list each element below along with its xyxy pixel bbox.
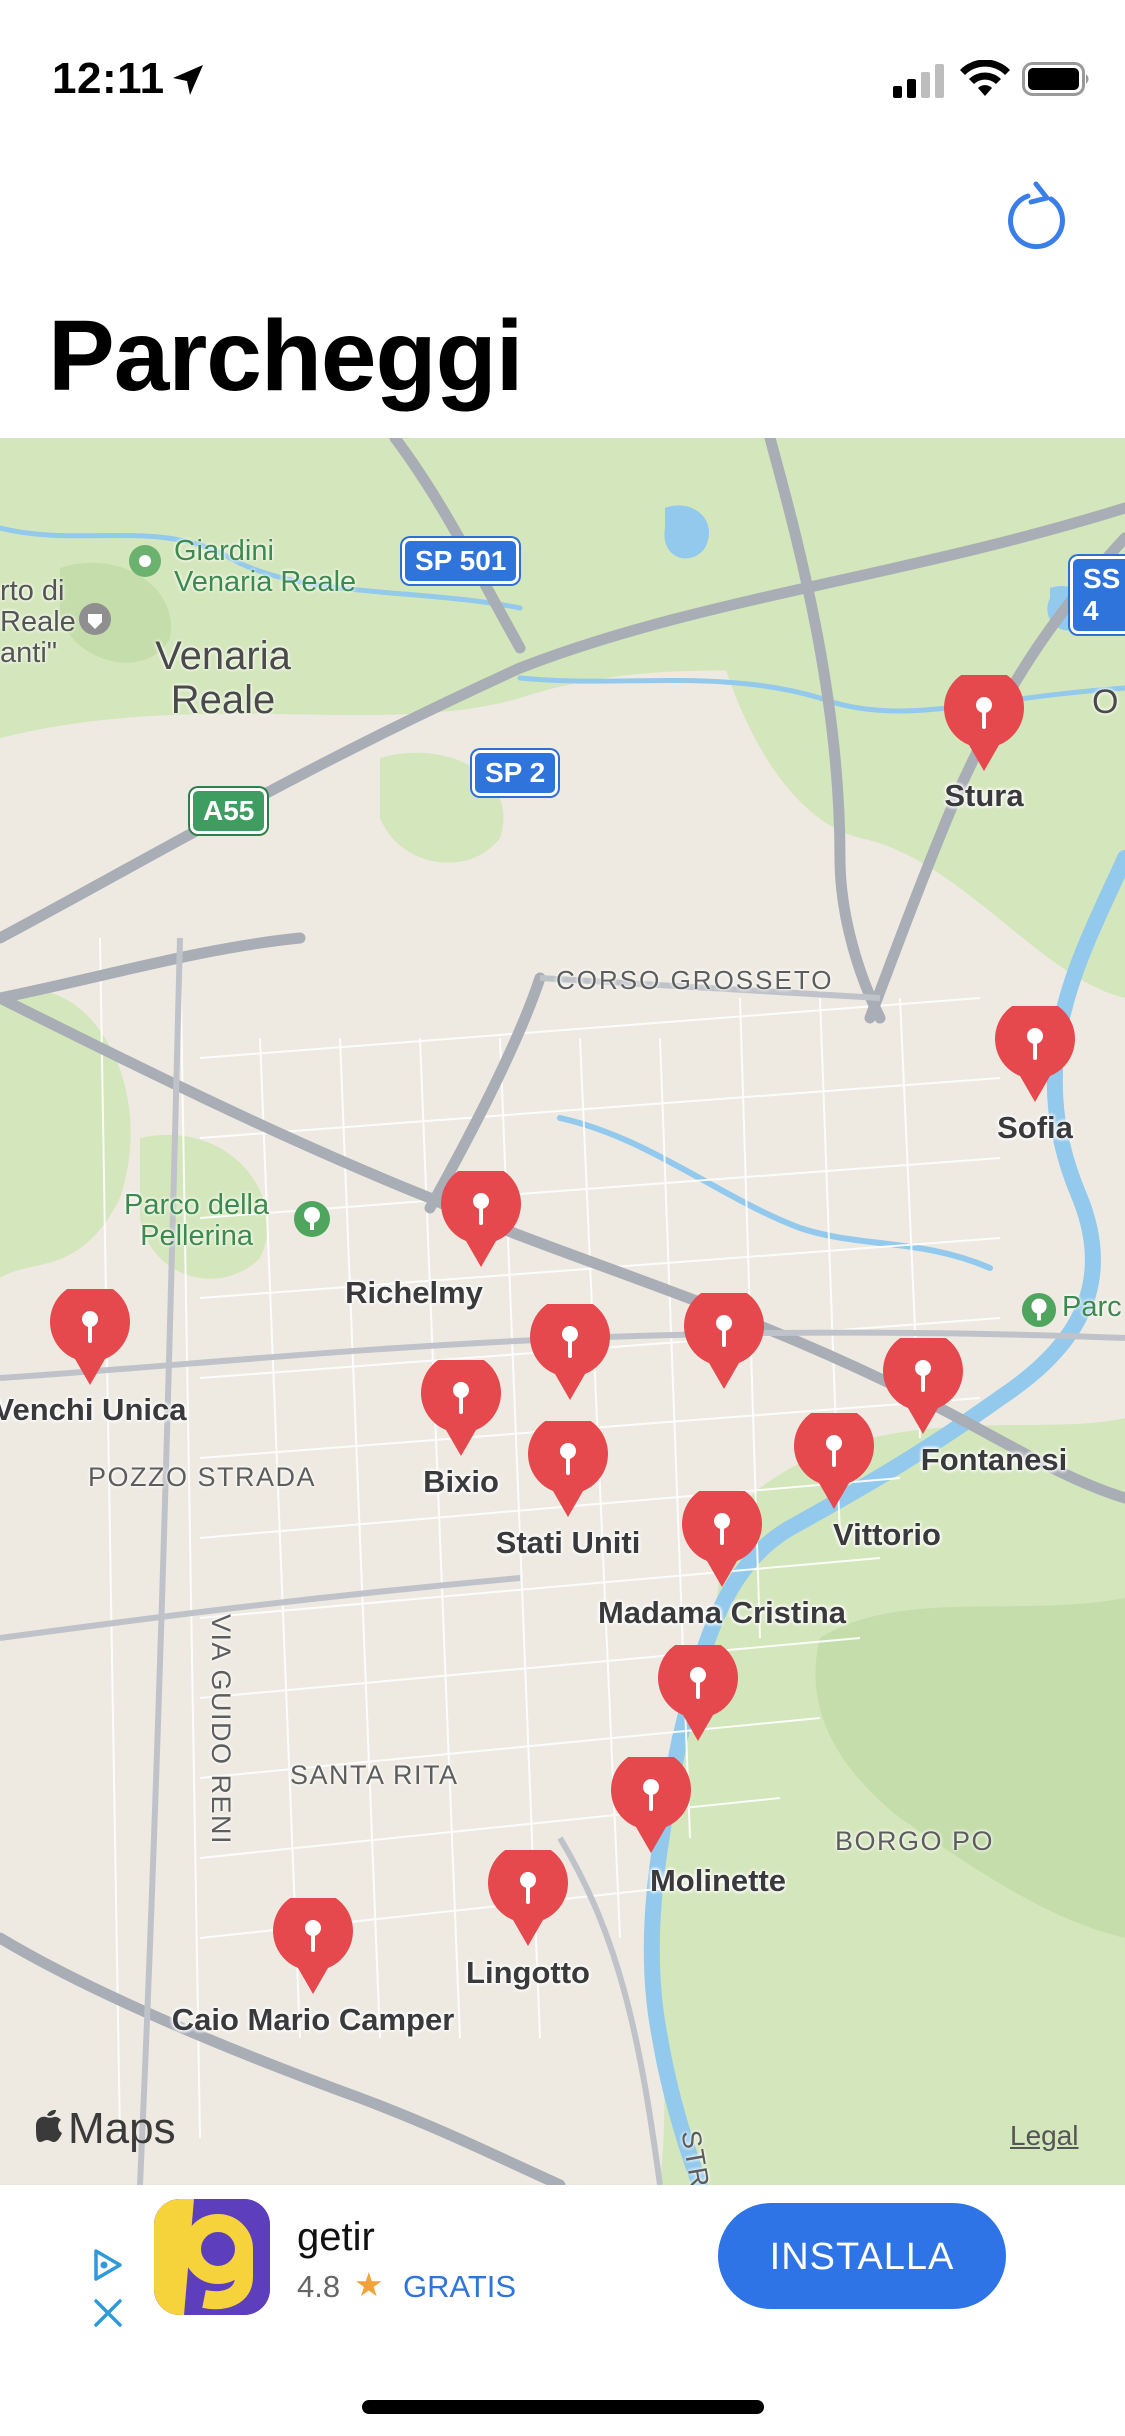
ad-choices-icon[interactable] bbox=[90, 2247, 126, 2283]
pin-label-vittorio: Vittorio bbox=[833, 1517, 941, 1552]
status-time: 12:11 bbox=[52, 54, 165, 103]
sp2-shield: SP 2 bbox=[472, 750, 559, 796]
parking-pin-unnamed-3[interactable] bbox=[655, 1645, 741, 1745]
via-guido-reni-label: VIA GUIDO RENI bbox=[206, 1614, 236, 1846]
parking-pin-madama-cristina[interactable] bbox=[679, 1491, 765, 1591]
parking-pin-sofia[interactable] bbox=[992, 1006, 1078, 1106]
legal-link[interactable]: Legal bbox=[1010, 2120, 1079, 2152]
pin-label-venchi-unica: Venchi Unica bbox=[0, 1392, 187, 1427]
location-arrow-icon bbox=[173, 65, 203, 95]
install-button[interactable]: INSTALLA bbox=[718, 2203, 1006, 2309]
parking-pin-venchi-unica[interactable] bbox=[47, 1289, 133, 1389]
star-icon: ★ bbox=[354, 2266, 384, 2303]
pin-label-stati-uniti: Stati Uniti bbox=[495, 1525, 641, 1560]
castello-label: rto di Reale anti" bbox=[0, 575, 76, 669]
battery-icon bbox=[1022, 62, 1089, 96]
venaria-reale-label: Venaria Reale bbox=[155, 634, 291, 722]
app-icon[interactable] bbox=[154, 2199, 270, 2315]
apple-maps-attribution: Maps bbox=[30, 2104, 176, 2154]
pin-label-fontanesi: Fontanesi bbox=[920, 1442, 1068, 1477]
cellular-signal-icon bbox=[893, 64, 944, 98]
home-indicator[interactable] bbox=[362, 2400, 764, 2414]
wifi-icon bbox=[960, 60, 1010, 96]
flower-garden-icon bbox=[129, 545, 161, 577]
pin-label-sofia: Sofia bbox=[997, 1110, 1073, 1145]
pin-label-richelmy: Richelmy bbox=[345, 1275, 483, 1310]
pin-label-molinette: Molinette bbox=[649, 1863, 787, 1898]
app-rating: 4.8 bbox=[297, 2269, 341, 2304]
edge-o-label: O bbox=[1092, 683, 1119, 721]
app-name: getir bbox=[297, 2215, 375, 2259]
map-view[interactable]: Venaria Reale Giardini Venaria Reale rto d… bbox=[0, 438, 1125, 2185]
pin-label-bixio: Bixio bbox=[423, 1464, 499, 1499]
parking-pin-stura[interactable] bbox=[941, 675, 1027, 775]
app-price: GRATIS bbox=[403, 2269, 517, 2304]
maps-wordmark: Maps bbox=[68, 2104, 176, 2153]
pin-label-madama-cristina: Madama Cristina bbox=[597, 1595, 847, 1630]
parking-pin-bixio[interactable] bbox=[418, 1360, 504, 1460]
parking-pin-molinette[interactable] bbox=[608, 1757, 694, 1857]
apple-logo-icon bbox=[36, 2109, 62, 2142]
park-tree-icon bbox=[294, 1201, 330, 1237]
page-title: Parcheggi bbox=[48, 300, 523, 412]
parking-pin-lingotto[interactable] bbox=[485, 1850, 571, 1950]
parking-pin-unnamed-2[interactable] bbox=[681, 1293, 767, 1393]
pin-label-stura: Stura bbox=[944, 778, 1024, 813]
parco-pellerina-label: Parco della Pellerina bbox=[124, 1189, 270, 1252]
parking-pin-richelmy[interactable] bbox=[438, 1171, 524, 1271]
parking-pin-fontanesi[interactable] bbox=[880, 1338, 966, 1438]
landmark-icon bbox=[79, 603, 111, 635]
pin-label-caio-mario-camper: Caio Mario Camper bbox=[171, 2002, 455, 2037]
parking-pin-caio-mario-camper[interactable] bbox=[270, 1898, 356, 1998]
corso-grosseto-label: CORSO GROSSETO bbox=[556, 965, 834, 995]
parco-right-label: Parc bbox=[1062, 1291, 1122, 1323]
a55-shield: A55 bbox=[190, 788, 268, 834]
close-icon[interactable] bbox=[92, 2297, 124, 2329]
giardini-venaria-label: Giardini Venaria Reale bbox=[174, 535, 357, 598]
refresh-icon[interactable] bbox=[1005, 178, 1075, 254]
parking-pin-unnamed-1[interactable] bbox=[527, 1304, 613, 1404]
getir-logo-icon bbox=[154, 2199, 270, 2315]
park-tree-icon-right bbox=[1021, 1292, 1057, 1328]
status-bar: 12:11 bbox=[0, 0, 1125, 140]
sp501-shield: SP 501 bbox=[402, 538, 520, 584]
parking-pin-vittorio[interactable] bbox=[791, 1413, 877, 1513]
parking-pin-stati-uniti[interactable] bbox=[525, 1421, 611, 1521]
pin-label-lingotto: Lingotto bbox=[466, 1955, 590, 1990]
santa-rita-label: SANTA RITA bbox=[290, 1760, 459, 1790]
pozzo-strada-label: POZZO STRADA bbox=[88, 1462, 317, 1492]
borgo-po-label: BORGO PO bbox=[835, 1826, 995, 1856]
ad-banner[interactable]: getir 4.8 ★ GRATIS INSTALLA bbox=[0, 2185, 1125, 2436]
ss-shield: SS 4 bbox=[1070, 556, 1125, 634]
